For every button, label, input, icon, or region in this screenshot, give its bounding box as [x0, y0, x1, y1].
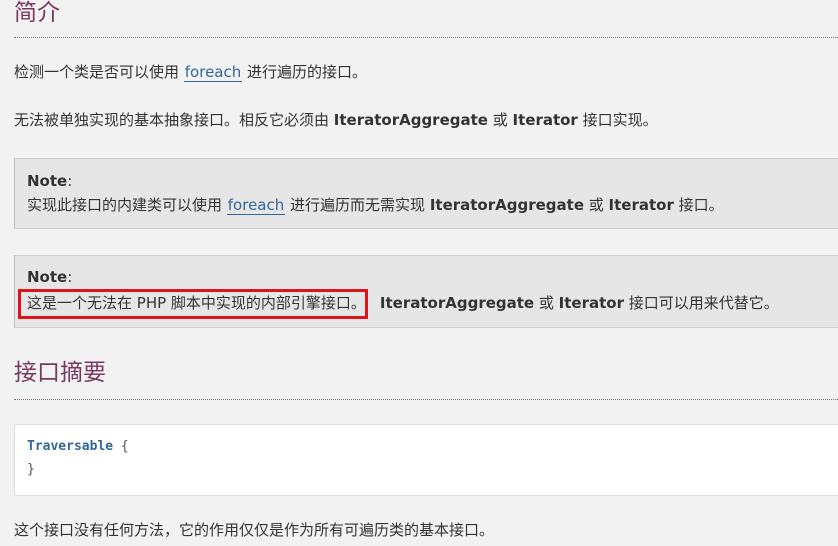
- note-2-iterator: Iterator: [558, 294, 624, 312]
- open-brace: {: [113, 439, 129, 454]
- note-2-label-text: Note: [27, 268, 68, 286]
- note-1-text-mid: 进行遍历而无需实现: [285, 196, 430, 214]
- iteratoraggregate-name: IteratorAggregate: [333, 111, 488, 129]
- synopsis-footer-text: 这个接口没有任何方法，它的作用仅仅是作为所有可遍历类的基本接口。: [14, 521, 495, 539]
- synopsis-heading: 接口摘要: [14, 360, 106, 386]
- note-1-iterator: Iterator: [608, 196, 674, 214]
- note-1-colon: :: [67, 172, 73, 190]
- note-1-text-before: 实现此接口的内建类可以使用: [27, 196, 227, 214]
- note-2-text-after: 接口可以用来代替它。: [623, 294, 779, 312]
- intro-p2-text-before: 无法被单独实现的基本抽象接口。相反它必须由: [14, 111, 334, 129]
- intro-heading: 简介: [14, 0, 60, 26]
- synopsis-divider: [14, 399, 838, 400]
- intro-paragraph-2: 无法被单独实现的基本抽象接口。相反它必须由 IteratorAggregate …: [14, 110, 658, 130]
- intro-paragraph-1: 检测一个类是否可以使用 foreach 进行遍历的接口。: [14, 62, 367, 82]
- note-2-colon: :: [67, 268, 73, 286]
- note-1-iteratoraggregate: IteratorAggregate: [429, 196, 584, 214]
- note-2-label: Note:: [27, 268, 72, 286]
- intro-p1-text-after: 进行遍历的接口。: [242, 63, 368, 81]
- intro-p2-or: 或: [487, 111, 513, 129]
- iterator-name: Iterator: [512, 111, 578, 129]
- note-1-text-after: 接口。: [673, 196, 724, 214]
- note-1-text: 实现此接口的内建类可以使用 foreach 进行遍历而无需实现 Iterator…: [27, 195, 724, 215]
- note-1-or: 或: [584, 196, 609, 214]
- note-1-label-text: Note: [27, 172, 68, 190]
- code-line-1: Traversable {: [27, 439, 129, 454]
- note-1-foreach-link[interactable]: foreach: [226, 196, 286, 215]
- intro-p2-text-after: 接口实现。: [577, 111, 658, 129]
- intro-divider: [14, 37, 838, 38]
- php-manual-page: 简介 检测一个类是否可以使用 foreach 进行遍历的接口。 无法被单独实现的…: [0, 0, 838, 546]
- note-2-iteratoraggregate: IteratorAggregate: [379, 294, 535, 312]
- class-synopsis-code: Traversable { }: [14, 424, 838, 496]
- intro-p1-text-before: 检测一个类是否可以使用: [14, 63, 184, 81]
- note-1-label: Note:: [27, 172, 72, 190]
- traversable-class-name[interactable]: Traversable: [27, 439, 113, 454]
- close-brace: }: [27, 462, 35, 477]
- red-highlight-annotation: [18, 289, 368, 319]
- note-2-or: 或: [534, 294, 559, 312]
- note-box-1: Note: 实现此接口的内建类可以使用 foreach 进行遍历而无需实现 It…: [14, 158, 838, 229]
- code-line-2: }: [27, 462, 35, 477]
- foreach-link[interactable]: foreach: [183, 63, 243, 82]
